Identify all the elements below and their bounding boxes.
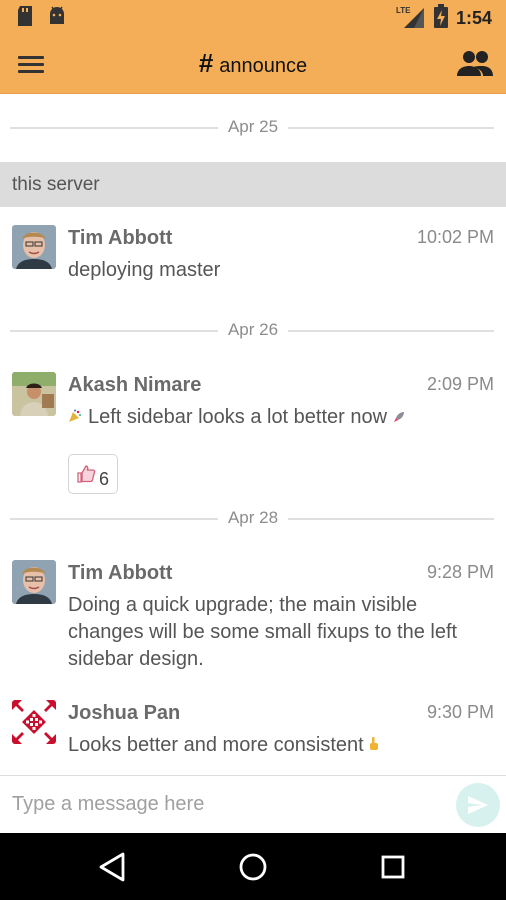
home-icon[interactable] xyxy=(235,849,271,885)
sd-card-icon xyxy=(16,6,34,31)
svg-text:LTE: LTE xyxy=(396,6,411,15)
date-separator: Apr 26 xyxy=(0,318,506,342)
send-button[interactable] xyxy=(456,783,500,827)
people-icon[interactable] xyxy=(456,48,494,80)
channel-name: announce xyxy=(219,55,308,77)
message-time: 9:30 PM xyxy=(426,702,494,722)
date-label: Apr 25 xyxy=(219,117,287,136)
message-item[interactable]: Tim Abbott 9:28 PM Doing a quick upgrade… xyxy=(0,560,506,670)
send-icon xyxy=(468,796,488,819)
reaction-thumbs-up[interactable]: 6 xyxy=(68,454,118,494)
message-time: 9:28 PM xyxy=(426,562,494,582)
date-label: Apr 26 xyxy=(219,320,287,339)
date-separator: Apr 25 xyxy=(0,115,506,139)
message-item[interactable]: Joshua Pan 9:30 PM Looks better and more… xyxy=(0,700,506,770)
topic-label: this server xyxy=(12,174,100,195)
avatar[interactable] xyxy=(12,225,56,269)
party-popper-icon xyxy=(68,404,82,431)
message-time: 2:09 PM xyxy=(426,374,494,394)
back-icon[interactable] xyxy=(95,849,131,885)
thumbs-up-icon xyxy=(76,464,96,489)
rocket-icon xyxy=(393,404,405,431)
date-separator: Apr 28 xyxy=(0,506,506,530)
reaction-count: 6 xyxy=(98,469,109,489)
sender-name[interactable]: Akash Nimare xyxy=(68,374,201,397)
sender-name[interactable]: Tim Abbott xyxy=(68,227,172,250)
topic-header[interactable]: this server xyxy=(0,162,506,207)
recents-icon[interactable] xyxy=(375,849,411,885)
signal-icon: LTE xyxy=(396,4,426,33)
sender-name[interactable]: Joshua Pan xyxy=(68,702,180,725)
message-input[interactable] xyxy=(0,784,440,824)
avatar[interactable] xyxy=(12,560,56,604)
message-item[interactable]: Tim Abbott 10:02 PM deploying master xyxy=(0,225,506,285)
navigation-bar xyxy=(0,833,506,900)
date-label: Apr 28 xyxy=(219,508,287,527)
app-bar: # announce xyxy=(0,34,506,94)
sender-name[interactable]: Tim Abbott xyxy=(68,562,172,585)
channel-title: # announce xyxy=(0,48,506,79)
android-icon xyxy=(48,6,66,31)
message-list[interactable]: Apr 25 this server Tim Abbott 10:02 PM d… xyxy=(0,95,506,775)
battery-charging-icon xyxy=(433,4,448,33)
channel-hash-icon: # xyxy=(198,48,214,78)
message-body: Looks better and more consistent xyxy=(68,732,488,759)
avatar[interactable] xyxy=(12,372,56,416)
point-up-icon xyxy=(369,732,379,759)
message-text: deploying master xyxy=(68,259,221,281)
status-bar: LTE 1:54 xyxy=(0,0,506,34)
message-time: 10:02 PM xyxy=(416,227,494,247)
avatar[interactable] xyxy=(12,700,56,744)
message-body: Left sidebar looks a lot better now xyxy=(68,404,488,431)
status-time: 1:54 xyxy=(455,8,492,28)
message-text: Doing a quick upgrade; the main visible … xyxy=(68,594,458,670)
message-text: Looks better and more consistent xyxy=(68,734,364,756)
message-composer xyxy=(0,775,506,833)
message-item[interactable]: Akash Nimare 2:09 PM Left sidebar looks … xyxy=(0,372,506,494)
message-text: Left sidebar looks a lot better now xyxy=(88,406,388,428)
